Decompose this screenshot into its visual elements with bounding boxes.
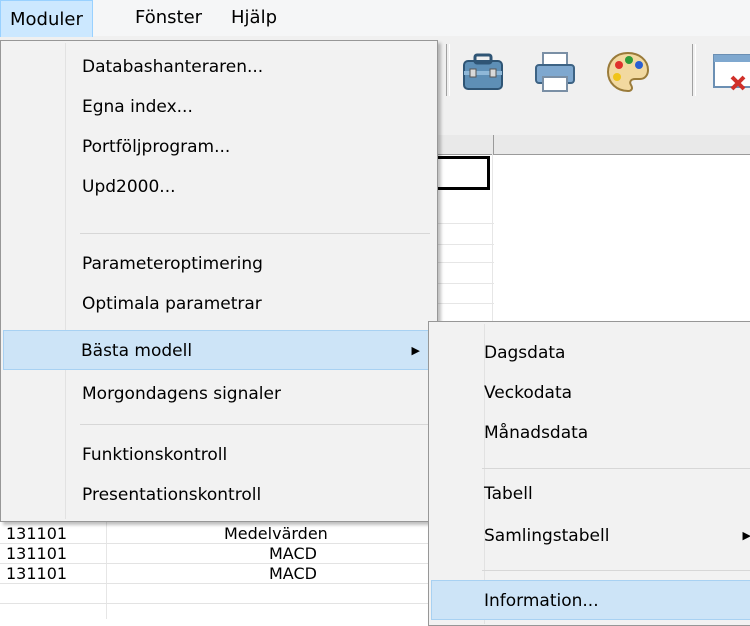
menu-item-label: Parameteroptimering	[82, 254, 263, 274]
menu-item-label: Databashanteraren...	[82, 57, 264, 77]
menu-item-portfoljprogram[interactable]: Portföljprogram...	[3, 127, 435, 167]
menu-item-presentationskontroll[interactable]: Presentationskontroll	[3, 475, 435, 515]
menu-hjalp[interactable]: Hjälp	[222, 0, 286, 36]
menu-item-parameteroptimering[interactable]: Parameteroptimering	[3, 244, 435, 284]
window-close-icon[interactable]	[710, 47, 750, 99]
menu-item-label: Samlingstabell	[484, 526, 610, 546]
menu-item-label: Månadsdata	[484, 423, 589, 443]
menu-fonster[interactable]: Fönster	[126, 0, 211, 36]
menu-item-label: Bästa modell	[81, 341, 193, 361]
grid-line	[438, 223, 494, 224]
toolbox-icon[interactable]	[458, 47, 510, 99]
menu-item-manadsdata[interactable]: Månadsdata	[431, 413, 750, 453]
menu-item-label: Optimala parametrar	[82, 294, 262, 314]
toolbar-separator	[446, 44, 450, 96]
menu-item-samlingstabell[interactable]: Samlingstabell ▶	[431, 516, 750, 556]
menu-item-label: Egna index...	[82, 97, 193, 117]
grid-line	[438, 244, 494, 245]
basta-modell-submenu: Dagsdata Veckodata Månadsdata Tabell Sam…	[428, 321, 750, 626]
grid-cell-date: 131101	[6, 524, 68, 543]
submenu-arrow-icon: ▶	[742, 529, 750, 542]
printer-icon[interactable]	[530, 47, 582, 99]
menu-separator	[482, 570, 750, 571]
grid-cell-name: MACD	[269, 544, 317, 563]
grid-column-divider	[492, 135, 494, 154]
menu-separator	[80, 233, 430, 234]
grid-line	[438, 262, 494, 263]
palette-icon[interactable]	[603, 47, 655, 99]
menu-item-label: Funktionskontroll	[82, 445, 228, 465]
menu-item-morgondagens-signaler[interactable]: Morgondagens signaler	[3, 374, 435, 414]
menu-item-label: Information...	[484, 591, 599, 611]
grid-cell-name: MACD	[269, 564, 317, 583]
menu-separator	[80, 424, 430, 425]
menu-item-label: Upd2000...	[82, 177, 176, 197]
menu-item-label: Dagsdata	[484, 343, 566, 363]
menu-item-veckodata[interactable]: Veckodata	[431, 373, 750, 413]
grid-cell-date: 131101	[6, 544, 68, 563]
grid-line	[438, 303, 494, 304]
grid-line	[0, 603, 430, 604]
menu-moduler[interactable]: Moduler	[0, 0, 93, 41]
menu-separator	[482, 468, 750, 469]
menu-item-label: Tabell	[484, 484, 533, 504]
toolbar-separator	[692, 44, 696, 96]
menu-item-databashanteraren[interactable]: Databashanteraren...	[3, 47, 435, 87]
grid-cell-date: 131101	[6, 564, 68, 583]
selected-cell[interactable]	[436, 156, 490, 190]
menu-item-dagsdata[interactable]: Dagsdata	[431, 333, 750, 373]
menu-item-funktionskontroll[interactable]: Funktionskontroll	[3, 435, 435, 475]
grid-line	[438, 283, 494, 284]
grid-cell-name: Medelvärden	[224, 524, 328, 543]
menu-item-label: Morgondagens signaler	[82, 384, 281, 404]
menu-item-label: Veckodata	[484, 383, 573, 403]
grid-line	[106, 522, 107, 619]
menu-item-tabell[interactable]: Tabell	[431, 474, 750, 514]
menu-item-label: Portföljprogram...	[82, 137, 231, 157]
menu-item-information[interactable]: Information...	[431, 580, 750, 620]
menu-item-egna-index[interactable]: Egna index...	[3, 87, 435, 127]
submenu-arrow-icon: ▶	[411, 344, 420, 357]
menu-item-label: Presentationskontroll	[82, 485, 262, 505]
menu-item-basta-modell[interactable]: Bästa modell ▶	[3, 330, 435, 370]
menu-bar: Moduler Fönster Hjälp	[0, 0, 750, 41]
menu-item-upd2000[interactable]: Upd2000...	[3, 167, 435, 207]
menu-item-optimala-parametrar[interactable]: Optimala parametrar	[3, 284, 435, 324]
moduler-dropdown-menu: Databashanteraren... Egna index... Portf…	[0, 40, 438, 522]
